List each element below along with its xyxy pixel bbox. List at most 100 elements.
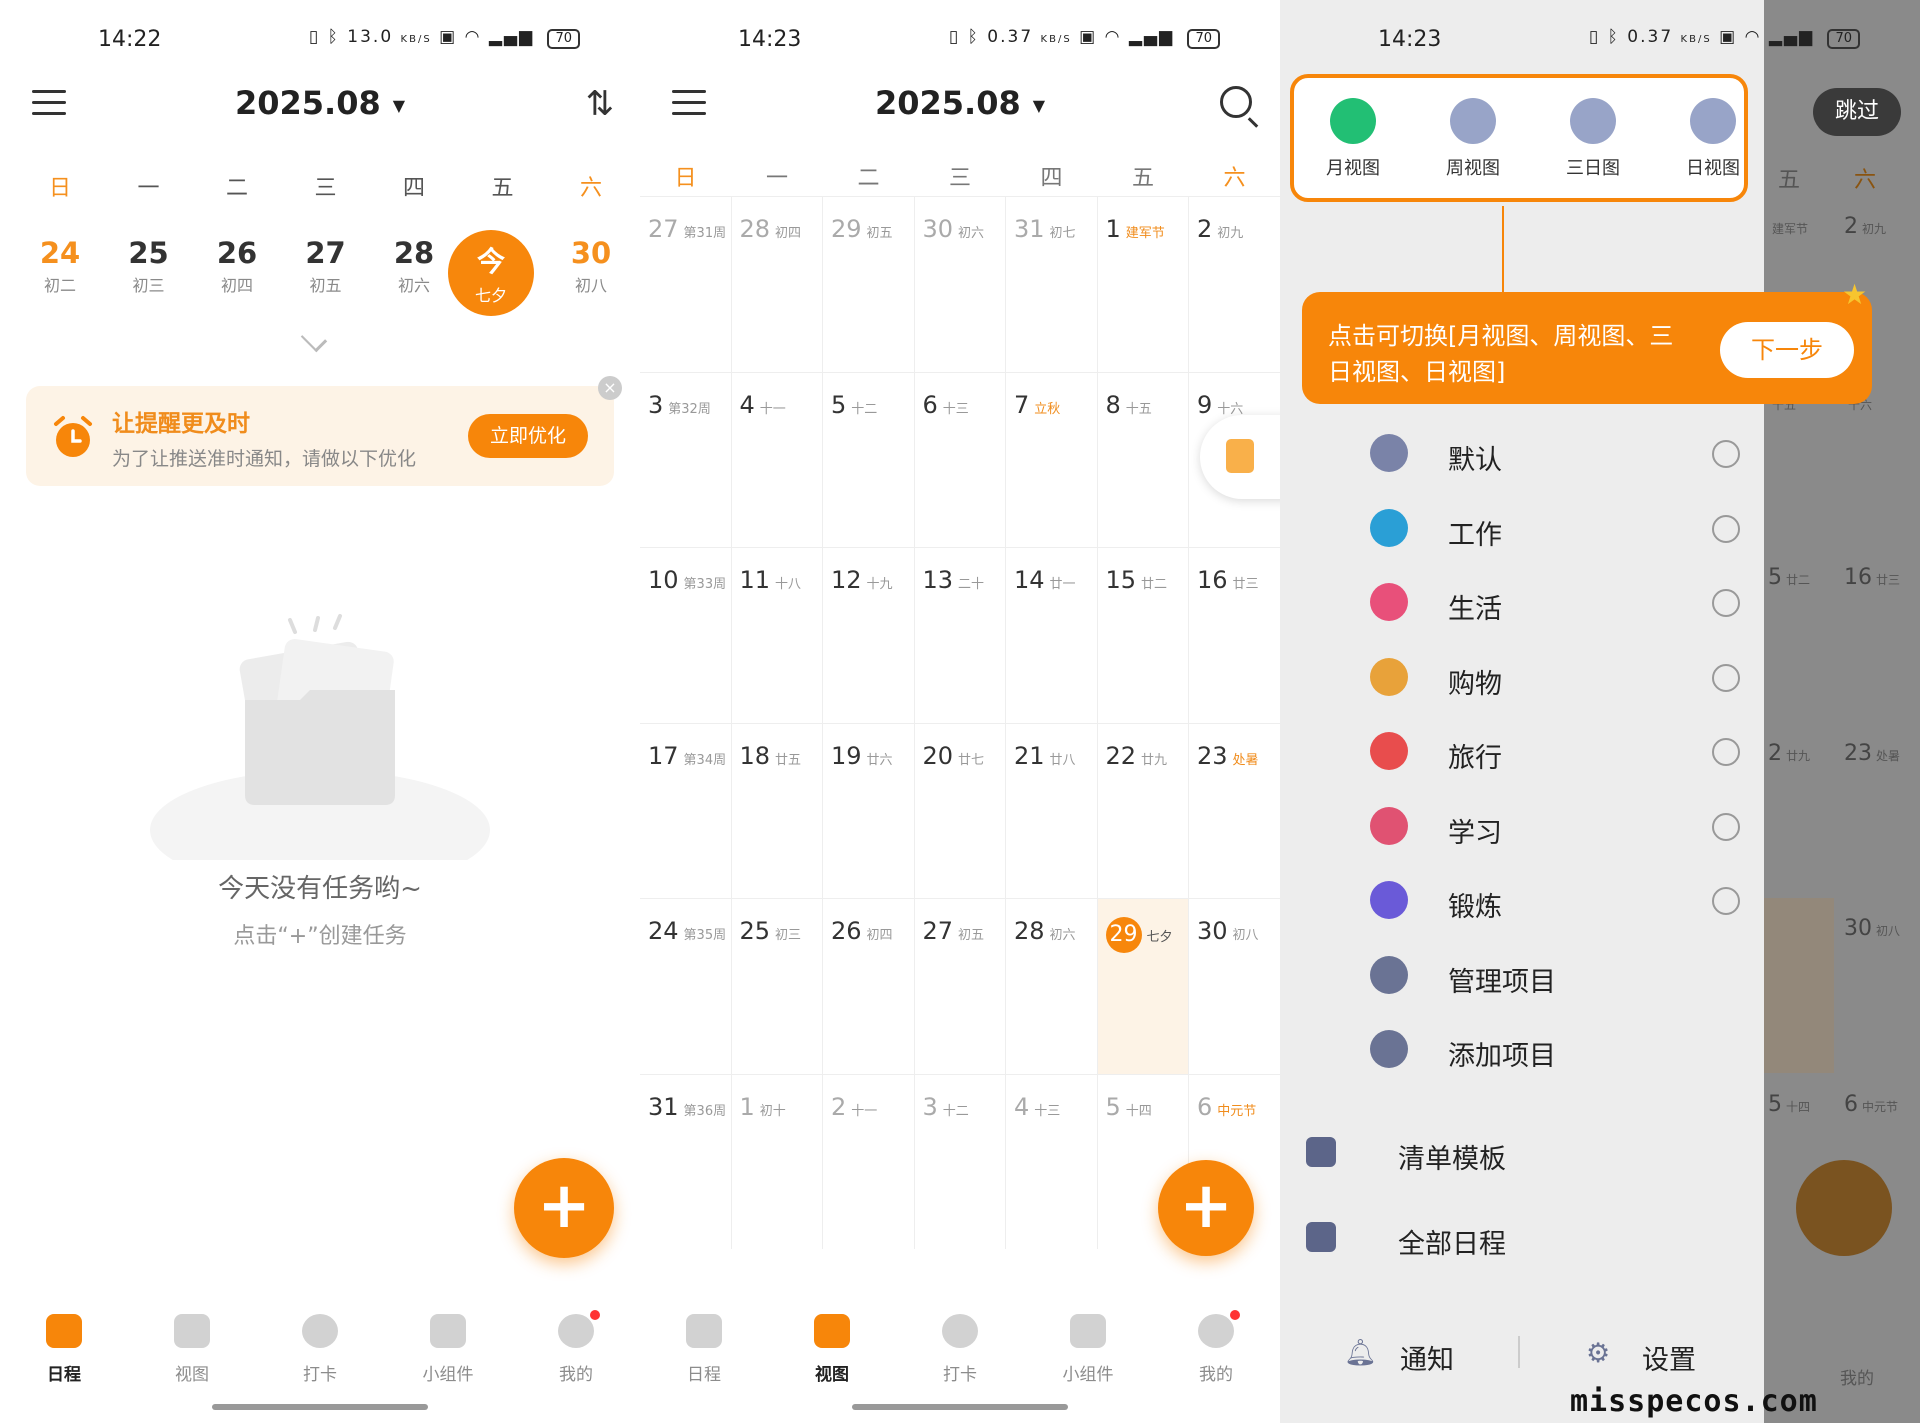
month-day-cell[interactable]: 18 廿五: [731, 722, 823, 898]
lunar-label: 第35周: [683, 928, 727, 943]
month-day-cell[interactable]: 4 十三: [1006, 1073, 1098, 1249]
lunar-label: 中元节: [1862, 1099, 1899, 1114]
month-day-cell[interactable]: 20 廿七: [914, 722, 1006, 898]
month-day-cell[interactable]: 22 廿九: [1097, 722, 1189, 898]
tab-widget[interactable]: 小组件: [384, 1314, 512, 1385]
month-day-cell[interactable]: 15 廿二: [1097, 547, 1189, 723]
month-day-cell[interactable]: 31 第36周: [640, 1073, 732, 1249]
day-cell[interactable]: 27 初五: [282, 236, 370, 296]
month-day-cell[interactable]: 14 廿一: [1006, 547, 1098, 723]
month-day-cell[interactable]: 28 初六: [1006, 898, 1098, 1074]
month-day-cell[interactable]: 26 初四: [823, 898, 915, 1074]
month-day-cell[interactable]: 11 十八: [731, 547, 823, 723]
add-task-button[interactable]: +: [514, 1158, 614, 1258]
next-step-button[interactable]: 下一步: [1720, 322, 1854, 378]
optimize-button[interactable]: 立即优化: [468, 414, 588, 458]
project-radio[interactable]: [1712, 440, 1740, 468]
add-task-button[interactable]: +: [1158, 1160, 1254, 1256]
month-day-cell[interactable]: 1 建军节: [1097, 196, 1189, 372]
month-day-cell[interactable]: 17 第34周: [640, 722, 732, 898]
project-radio[interactable]: [1712, 738, 1740, 766]
project-item[interactable]: 工作: [1370, 499, 1750, 559]
month-day-cell[interactable]: 25 初三: [731, 898, 823, 1074]
tab-schedule[interactable]: 日程: [0, 1314, 128, 1385]
all-schedule-item[interactable]: 全部日程: [1306, 1208, 1726, 1268]
month-day-cell[interactable]: 23 处暑: [1189, 722, 1280, 898]
notify-button[interactable]: 通知: [1400, 1338, 1454, 1377]
month-view-option[interactable]: 月视图: [1298, 98, 1408, 180]
month-selector[interactable]: 2025.08 ▼: [640, 84, 1280, 122]
month-day-cell[interactable]: 21 廿八: [1006, 722, 1098, 898]
month-day-cell[interactable]: 4 十一: [731, 371, 823, 547]
project-radio[interactable]: [1712, 589, 1740, 617]
skip-button[interactable]: 跳过: [1813, 88, 1901, 136]
month-day-cell[interactable]: 29 七夕: [1097, 898, 1189, 1074]
month-day-cell[interactable]: 31 初七: [1006, 196, 1098, 372]
month-day-cell[interactable]: 3 十二: [914, 1073, 1006, 1249]
tab-widget[interactable]: 小组件: [1024, 1314, 1152, 1385]
month-day-cell[interactable]: 16 廿三: [1189, 547, 1280, 723]
tab-mine[interactable]: 我的: [512, 1310, 640, 1385]
month-day-cell[interactable]: 3 第32周: [640, 371, 732, 547]
project-item[interactable]: 学习: [1370, 797, 1750, 857]
project-item[interactable]: 生活: [1370, 573, 1750, 633]
month-day-cell[interactable]: 8 十五: [1097, 371, 1189, 547]
notification-banner: 让提醒更及时 为了让推送准时通知，请做以下优化 立即优化 ×: [26, 376, 622, 486]
today-cell[interactable]: 今七夕: [448, 230, 534, 316]
month-day-cell[interactable]: 10 第33周: [640, 547, 732, 723]
project-item[interactable]: 默认: [1370, 424, 1750, 484]
month-day-cell[interactable]: 30 初八: [1189, 898, 1280, 1074]
project-radio[interactable]: [1712, 663, 1740, 692]
manage-projects-item[interactable]: 管理项目: [1370, 946, 1750, 1006]
month-day-cell[interactable]: 13 二十: [914, 547, 1006, 723]
tab-view[interactable]: 视图: [128, 1314, 256, 1385]
day-cell[interactable]: 26 初四: [193, 236, 281, 296]
day-entry: 4 十三: [1014, 1093, 1060, 1121]
tab-schedule[interactable]: 日程: [640, 1314, 768, 1385]
day-cell[interactable]: 30 初八: [547, 236, 635, 296]
month-day-cell[interactable]: 27 第31周: [640, 196, 732, 372]
month-day-cell[interactable]: 29 初五: [823, 196, 915, 372]
day-number: 6: [922, 390, 938, 419]
month-day-cell[interactable]: 28 初四: [731, 196, 823, 372]
month-day-cell[interactable]: 2 十一: [823, 1073, 915, 1249]
project-radio[interactable]: [1712, 887, 1740, 915]
day-cell[interactable]: 28 初六: [370, 236, 458, 296]
alarm-clock-icon: [54, 416, 92, 457]
search-icon[interactable]: [1220, 86, 1252, 118]
expand-chevron-icon[interactable]: [300, 325, 328, 353]
project-item[interactable]: 旅行: [1370, 722, 1750, 782]
month-day-cell[interactable]: 24 第35周: [640, 898, 732, 1074]
list-template-item[interactable]: 清单模板: [1306, 1123, 1726, 1183]
month-day-cell[interactable]: 6 十三: [914, 371, 1006, 547]
project-radio[interactable]: [1712, 514, 1740, 543]
day-view-option[interactable]: 日视图: [1658, 98, 1768, 180]
day-cell[interactable]: 25 初三: [105, 236, 193, 296]
week-view-option[interactable]: 周视图: [1418, 98, 1528, 180]
tab-view[interactable]: 视图: [768, 1314, 896, 1385]
month-day-cell[interactable]: 12 十九: [823, 547, 915, 723]
month-selector[interactable]: 2025.08 ▼: [0, 84, 640, 122]
month-day-cell[interactable]: 5 十二: [823, 371, 915, 547]
month-day-cell[interactable]: 30 初六: [914, 196, 1006, 372]
floating-note-button[interactable]: [1200, 415, 1280, 499]
month-day-cell[interactable]: 27 初五: [914, 898, 1006, 1074]
month-day-cell[interactable]: 1 初十: [731, 1073, 823, 1249]
project-item[interactable]: 购物: [1370, 648, 1750, 708]
sort-icon[interactable]: ⇅: [586, 84, 615, 124]
settings-button[interactable]: 设置: [1642, 1338, 1696, 1377]
tab-checkin[interactable]: 打卡: [896, 1314, 1024, 1385]
day-cell[interactable]: 24 初二: [16, 236, 104, 296]
month-day-cell[interactable]: 7 立秋: [1006, 371, 1098, 547]
side-drawer: 14:23 ▯ ᛒ 0.37 KB/S ▣ ◠ ▂▄▆ 70 月视图 周视图 三日图…: [1280, 0, 1860, 1423]
tab-mine[interactable]: 我的: [1152, 1310, 1280, 1385]
month-day-cell[interactable]: 2 初九: [1189, 196, 1280, 372]
project-item[interactable]: 锻炼: [1370, 871, 1750, 931]
close-icon[interactable]: ×: [598, 376, 622, 400]
add-project-item[interactable]: 添加项目: [1370, 1020, 1750, 1080]
three-day-view-option[interactable]: 三日图: [1538, 98, 1648, 180]
project-radio[interactable]: [1712, 812, 1740, 841]
tab-checkin[interactable]: 打卡: [256, 1314, 384, 1385]
day-number: 13: [922, 566, 954, 594]
month-day-cell[interactable]: 19 廿六: [823, 722, 915, 898]
